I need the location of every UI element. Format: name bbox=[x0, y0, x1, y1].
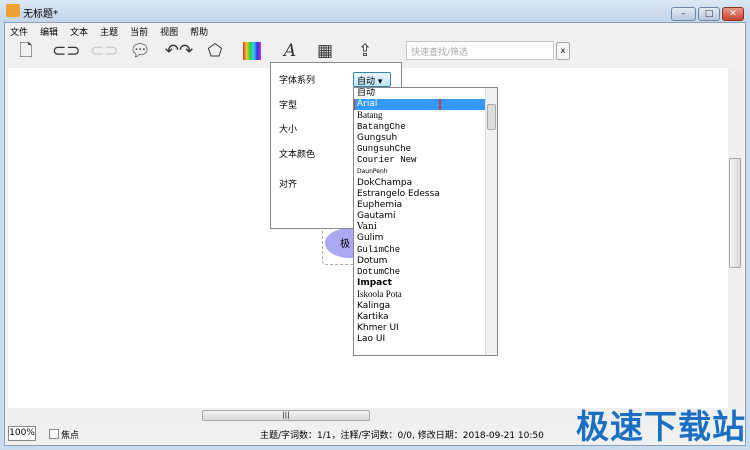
font-option[interactable]: Vani bbox=[354, 222, 485, 233]
font-option[interactable]: Iskoola Pota bbox=[354, 289, 485, 300]
font-option-label: Vani bbox=[357, 222, 377, 233]
font-option[interactable]: BatangChe bbox=[354, 122, 485, 133]
font-option-label: GungsuhChe bbox=[357, 143, 412, 154]
relationship-icon[interactable]: ↶↷ bbox=[163, 40, 195, 62]
font-option-label: Gautami bbox=[357, 211, 396, 222]
font-option-label: Kalinga bbox=[357, 300, 391, 311]
font-option[interactable]: Arial bbox=[354, 99, 485, 111]
font-option-label: DokChampa bbox=[357, 177, 413, 188]
font-family-label: 字体系列 bbox=[279, 76, 316, 86]
font-option-label: Lao UI bbox=[357, 334, 386, 345]
font-option[interactable]: Courier New bbox=[354, 155, 485, 166]
boundary-icon[interactable]: ⬠ bbox=[203, 40, 227, 62]
horizontal-scroll-thumb[interactable]: ||| bbox=[202, 410, 370, 421]
font-option[interactable]: 自动 bbox=[354, 88, 485, 99]
status-stats: 主题/字词数：1/1，注释/字词数：0/0, 修改日期：2018-09-21 1… bbox=[260, 431, 544, 441]
font-dropdown-list[interactable]: 自动 Arial Batang BatangChe Gungsuh GungsuhChe C… bbox=[353, 87, 498, 356]
font-option[interactable]: Impact bbox=[354, 278, 485, 289]
font-option[interactable]: GulimChe bbox=[354, 245, 485, 256]
color-icon[interactable] bbox=[243, 42, 261, 60]
new-document-icon[interactable]: 🗋 bbox=[14, 40, 38, 62]
font-option[interactable]: DaunPenh bbox=[354, 166, 485, 177]
dropdown-scrollbar[interactable] bbox=[485, 88, 497, 355]
font-option[interactable]: Kalinga bbox=[354, 301, 485, 312]
font-option-label: Dotum bbox=[357, 255, 388, 266]
font-family-select[interactable]: 自动 ▾ bbox=[353, 72, 391, 87]
font-option[interactable]: DokChampa bbox=[354, 178, 485, 189]
focus-label: 焦点 bbox=[61, 431, 80, 441]
font-option[interactable]: Khmer UI bbox=[354, 323, 485, 334]
minimize-button[interactable]: – bbox=[671, 7, 696, 21]
font-option-label: Kartika bbox=[357, 311, 389, 322]
title-bar bbox=[0, 0, 750, 22]
font-size-label: 大小 bbox=[279, 125, 298, 135]
font-option-label: DotumChe bbox=[357, 267, 401, 277]
align-label: 对齐 bbox=[279, 180, 298, 190]
font-option[interactable]: Gulim bbox=[354, 233, 485, 244]
app-icon bbox=[6, 4, 20, 17]
vertical-scroll-thumb[interactable] bbox=[729, 158, 741, 268]
font-option-label: Courier New bbox=[357, 155, 417, 166]
font-option-label: Euphemia bbox=[357, 199, 403, 210]
menu-help[interactable]: 帮助 bbox=[190, 25, 208, 38]
font-option-label: Estrangelo Edessa bbox=[357, 188, 440, 199]
watermark: 极速下载站 bbox=[576, 407, 746, 446]
font-option-label: Batang bbox=[357, 110, 383, 121]
menu-bar: 文件 编辑 文本 主题 当前 视图 帮助 bbox=[10, 25, 208, 38]
subtopic-icon[interactable]: ⊂⊃ bbox=[52, 40, 81, 62]
chevron-down-icon: ▾ bbox=[377, 77, 383, 87]
font-option-label: 自动 bbox=[357, 88, 376, 98]
menu-file[interactable]: 文件 bbox=[10, 25, 28, 38]
focus-checkbox[interactable] bbox=[49, 429, 59, 439]
menu-text[interactable]: 文本 bbox=[70, 25, 88, 38]
window-title: 无标题* bbox=[23, 9, 58, 20]
font-option[interactable]: Gungsuh bbox=[354, 133, 485, 144]
font-option[interactable]: Batang bbox=[354, 110, 485, 121]
font-family-value: 自动 bbox=[357, 77, 376, 87]
font-option[interactable]: GungsuhChe bbox=[354, 144, 485, 155]
menu-view[interactable]: 视图 bbox=[160, 25, 178, 38]
font-option[interactable]: Kartika bbox=[354, 312, 485, 323]
font-icon[interactable]: A bbox=[278, 40, 302, 62]
font-option[interactable]: Euphemia bbox=[354, 200, 485, 211]
menu-current[interactable]: 当前 bbox=[130, 25, 148, 38]
font-option-label: Gulim bbox=[357, 233, 384, 244]
close-button[interactable]: ✕ bbox=[722, 7, 744, 21]
text-color-label: 文本颜色 bbox=[279, 150, 316, 160]
font-option[interactable]: Gautami bbox=[354, 211, 485, 222]
dropdown-scroll-thumb[interactable] bbox=[487, 104, 496, 130]
font-option[interactable]: Estrangelo Edessa bbox=[354, 189, 485, 200]
font-option-label: Gungsuh bbox=[357, 132, 398, 143]
font-option[interactable]: Lao UI bbox=[354, 334, 485, 345]
font-option-label: Iskoola Pota bbox=[357, 289, 402, 300]
font-option-label: Impact bbox=[357, 278, 392, 289]
search-input[interactable]: 快速查找/筛选 bbox=[406, 41, 554, 60]
floating-topic-icon[interactable]: ⊂⊃ bbox=[90, 40, 119, 62]
zoom-level[interactable]: 100% bbox=[8, 426, 36, 441]
font-option[interactable]: Dotum bbox=[354, 256, 485, 267]
menu-topic[interactable]: 主题 bbox=[100, 25, 118, 38]
maximize-button[interactable]: □ bbox=[698, 7, 720, 21]
menu-edit[interactable]: 编辑 bbox=[40, 25, 58, 38]
font-option-label: Khmer UI bbox=[357, 322, 399, 333]
search-clear-button[interactable]: x bbox=[556, 42, 570, 60]
font-option-label: DaunPenh bbox=[357, 168, 388, 176]
font-option-label: GulimChe bbox=[357, 244, 401, 255]
font-option-label: Arial bbox=[354, 99, 441, 111]
table-icon[interactable]: ▦ bbox=[313, 40, 337, 62]
callout-icon[interactable]: 💬︎ bbox=[128, 40, 152, 62]
font-option[interactable]: DotumChe bbox=[354, 267, 485, 278]
font-style-label: 字型 bbox=[279, 101, 298, 111]
export-icon[interactable]: ⇪ bbox=[353, 40, 377, 62]
font-option-label: BatangChe bbox=[357, 121, 406, 132]
